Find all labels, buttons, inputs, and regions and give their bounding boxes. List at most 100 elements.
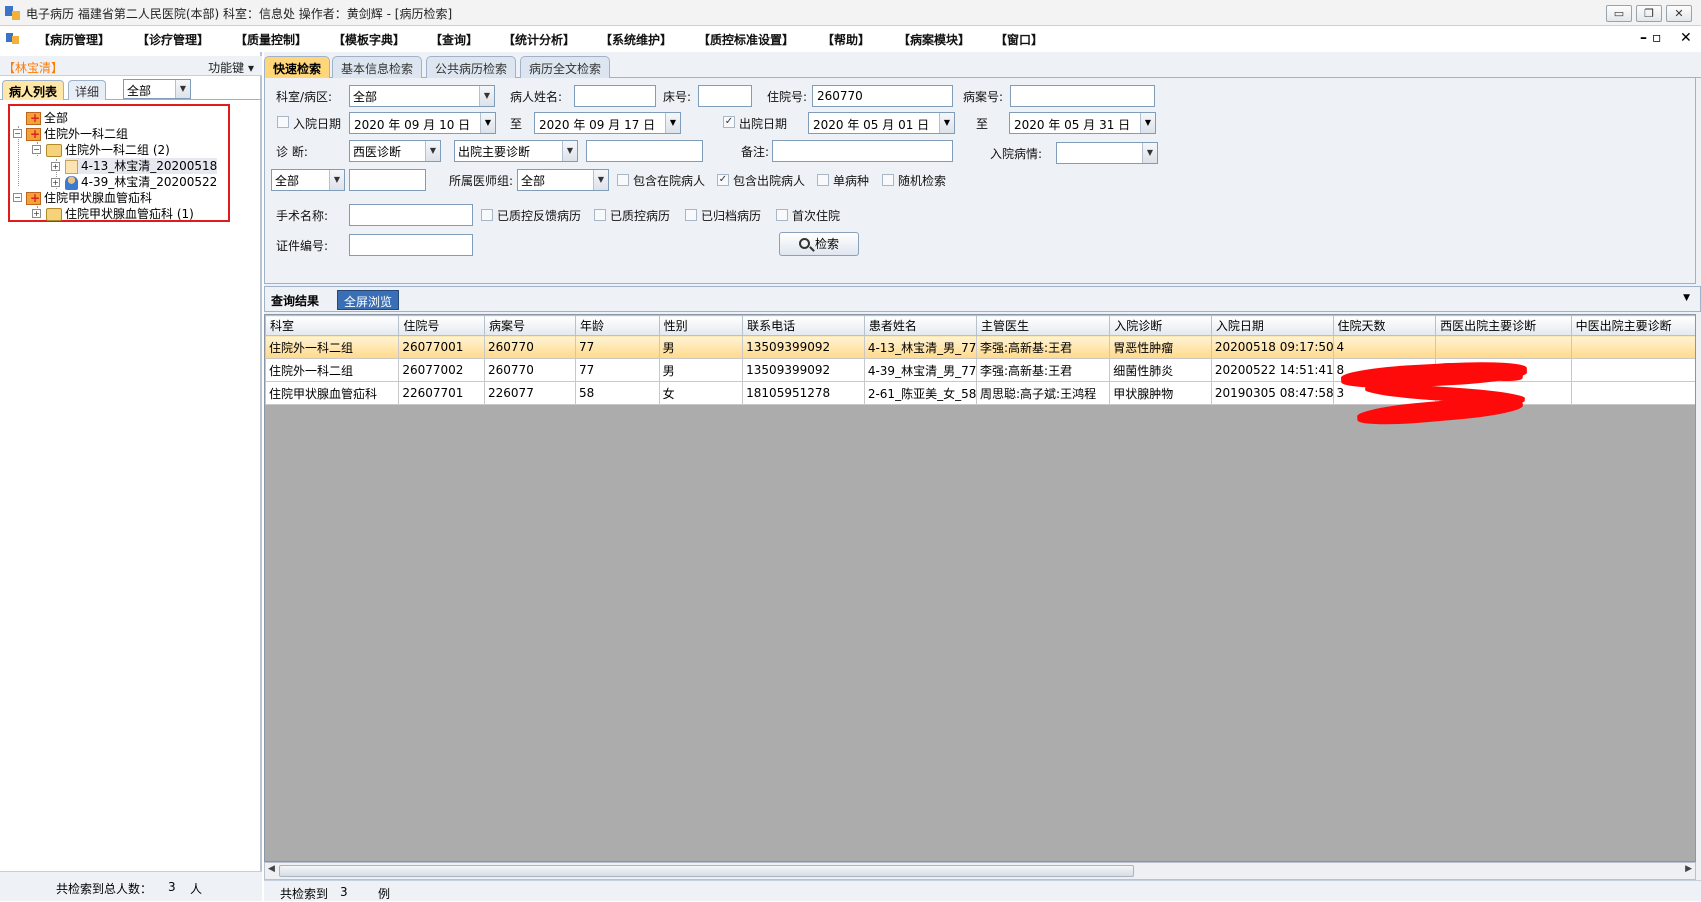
column-header[interactable]: 入院诊断 bbox=[1109, 315, 1212, 336]
menu-window[interactable]: 【窗口】 bbox=[995, 31, 1043, 48]
column-header[interactable]: 科室 bbox=[265, 315, 400, 336]
case-no-input[interactable] bbox=[1010, 85, 1155, 107]
diagnosis-kind-select[interactable]: 出院主要诊断 ▼ bbox=[454, 140, 578, 162]
system-menu-icon[interactable] bbox=[6, 31, 20, 45]
column-header[interactable]: 中医出院主要诊断 bbox=[1570, 315, 1695, 336]
admit-date-to[interactable]: 2020 年 09 月 17 日 ▼ bbox=[534, 112, 681, 134]
scrollbar-thumb[interactable] bbox=[279, 865, 1134, 877]
column-header[interactable]: 联系电话 bbox=[742, 315, 865, 336]
random-search-checkbox[interactable] bbox=[882, 174, 894, 186]
admit-date-checkbox[interactable] bbox=[277, 116, 289, 128]
document-icon bbox=[65, 159, 78, 174]
patient-filter-select[interactable]: 全部 ▼ bbox=[123, 79, 191, 99]
tree-expand-icon[interactable]: + bbox=[51, 162, 60, 171]
remark-input[interactable] bbox=[772, 140, 953, 162]
inpatient-no-input[interactable]: 260770 bbox=[812, 85, 953, 107]
patient-name-input[interactable] bbox=[574, 85, 656, 107]
single-disease-checkbox[interactable] bbox=[817, 174, 829, 186]
chevron-down-icon: ▼ bbox=[480, 113, 495, 133]
table-row[interactable]: 住院外一科二组 26077001 260770 77 男 13509399092 4-13_… bbox=[265, 335, 1695, 359]
function-key-button[interactable]: 功能键 ▾ bbox=[208, 59, 254, 76]
qc-checkbox[interactable] bbox=[594, 209, 606, 221]
scroll-right-icon[interactable]: ▶ bbox=[1685, 864, 1692, 874]
certificate-no-input[interactable] bbox=[349, 234, 473, 256]
column-header[interactable]: 病案号 bbox=[484, 315, 576, 336]
include-inhospital-checkbox[interactable] bbox=[617, 174, 629, 186]
scroll-left-icon[interactable]: ◀ bbox=[268, 864, 275, 874]
menu-treatment-management[interactable]: 【诊疗管理】 bbox=[137, 31, 209, 48]
qc-feedback-checkbox[interactable] bbox=[481, 209, 493, 221]
horizontal-scrollbar[interactable]: ◀ ▶ bbox=[264, 862, 1696, 880]
surgery-name-input[interactable] bbox=[349, 204, 473, 226]
chevron-down-icon[interactable]: ▼ bbox=[1683, 293, 1690, 303]
search-button[interactable]: 检索 bbox=[779, 232, 859, 256]
menu-quality-control[interactable]: 【质量控制】 bbox=[235, 31, 307, 48]
tree-collapse-icon[interactable]: − bbox=[13, 129, 22, 138]
menu-case-module[interactable]: 【病案模块】 bbox=[898, 31, 970, 48]
fullscreen-button[interactable]: 全屏浏览 bbox=[337, 290, 400, 310]
menu-statistics[interactable]: 【统计分析】 bbox=[503, 31, 575, 48]
column-header[interactable]: 主管医生 bbox=[975, 315, 1111, 336]
column-header[interactable]: 性别 bbox=[658, 315, 744, 336]
admit-date-from[interactable]: 2020 年 09 月 10 日 ▼ bbox=[349, 112, 496, 134]
table-cell: 226077 bbox=[484, 381, 576, 405]
menu-template-dictionary[interactable]: 【模板字典】 bbox=[333, 31, 405, 48]
admit-condition-select[interactable]: ▼ bbox=[1056, 142, 1158, 164]
minimize-icon[interactable]: ▭ bbox=[1606, 5, 1632, 22]
tab-patient-list[interactable]: 病人列表 bbox=[2, 80, 65, 100]
tree-node-patient-1[interactable]: 4-13_林宝清_20200518 bbox=[65, 158, 218, 174]
discharge-date-to[interactable]: 2020 年 05 月 31 日 ▼ bbox=[1009, 112, 1156, 134]
tree-collapse-icon[interactable]: − bbox=[13, 193, 22, 202]
dept-select[interactable]: 全部 ▼ bbox=[349, 85, 495, 107]
left-tabs: 病人列表 详细 全部 ▼ bbox=[0, 78, 262, 100]
discharge-date-from[interactable]: 2020 年 05 月 01 日 ▼ bbox=[808, 112, 955, 134]
doctor-group-select[interactable]: 全部 ▼ bbox=[517, 169, 609, 191]
bed-input[interactable] bbox=[698, 85, 752, 107]
archived-checkbox[interactable] bbox=[685, 209, 697, 221]
left-header: 【林宝清】 功能键 ▾ bbox=[0, 56, 262, 76]
tree-node-group-thyroid[interactable]: 住院甲状腺血管疝科 (1) bbox=[46, 206, 194, 222]
tree-collapse-icon[interactable]: − bbox=[32, 145, 41, 154]
discharge-date-checkbox[interactable]: ✓ bbox=[723, 116, 735, 128]
column-header[interactable]: 年龄 bbox=[575, 315, 660, 336]
restore-icon[interactable]: ❐ bbox=[1636, 5, 1662, 22]
window-title: 电子病历 福建省第二人民医院(本部) 科室：信息处 操作者：黄剑辉 - [病历检… bbox=[26, 7, 453, 21]
tab-quick-search[interactable]: 快速检索 bbox=[264, 56, 331, 78]
first-admission-checkbox[interactable] bbox=[776, 209, 788, 221]
chevron-down-icon: ▼ bbox=[562, 141, 577, 161]
tree-node-dept-surgery[interactable]: 住院外一科二组 bbox=[26, 126, 128, 142]
mdi-restore-icon[interactable]: – ▫ bbox=[1640, 30, 1661, 46]
column-header[interactable]: 患者姓名 bbox=[863, 315, 977, 336]
tree-node-group-surgery[interactable]: 住院外一科二组 (2) bbox=[46, 142, 170, 158]
column-header[interactable]: 住院天数 bbox=[1332, 315, 1437, 336]
tab-public-record-search[interactable]: 公共病历检索 bbox=[426, 56, 517, 78]
column-header[interactable]: 住院号 bbox=[398, 315, 486, 336]
tab-fulltext-search[interactable]: 病历全文检索 bbox=[520, 56, 611, 78]
column-header[interactable]: 西医出院主要诊断 bbox=[1435, 315, 1572, 336]
menu-record-management[interactable]: 【病历管理】 bbox=[38, 31, 110, 48]
mdi-close-icon[interactable]: ✕ bbox=[1680, 30, 1692, 46]
menu-help[interactable]: 【帮助】 bbox=[822, 31, 870, 48]
chevron-down-icon: ▼ bbox=[593, 170, 608, 190]
tree-expand-icon[interactable]: + bbox=[32, 209, 41, 218]
tree-node-dept-thyroid[interactable]: 住院甲状腺血管疝科 bbox=[26, 190, 152, 206]
tree-expand-icon[interactable]: + bbox=[51, 178, 60, 187]
menu-query[interactable]: 【查询】 bbox=[430, 31, 478, 48]
include-discharged-checkbox[interactable]: ✓ bbox=[717, 174, 729, 186]
scope-select[interactable]: 全部 ▼ bbox=[271, 169, 345, 191]
diagnosis-type-select[interactable]: 西医诊断 ▼ bbox=[349, 140, 441, 162]
table-cell: 20200522 14:51:41 bbox=[1210, 358, 1334, 382]
diagnosis-input[interactable] bbox=[586, 140, 703, 162]
close-icon[interactable]: ✕ bbox=[1666, 5, 1692, 22]
tree-node-patient-2[interactable]: 4-39_林宝清_20200522 bbox=[65, 174, 217, 190]
tree-node-all[interactable]: 全部 bbox=[26, 110, 68, 126]
chevron-down-icon: ▼ bbox=[665, 113, 680, 133]
column-header[interactable]: 入院日期 bbox=[1210, 315, 1334, 336]
menu-system-maintenance[interactable]: 【系统维护】 bbox=[600, 31, 672, 48]
tab-detail[interactable]: 详细 bbox=[68, 80, 107, 100]
table-cell: 4 bbox=[1332, 335, 1437, 359]
table-cell: 男 bbox=[658, 335, 744, 359]
scope-input[interactable] bbox=[349, 169, 426, 191]
menu-qc-standards[interactable]: 【质控标准设置】 bbox=[698, 31, 794, 48]
tab-basic-info-search[interactable]: 基本信息检索 bbox=[332, 56, 423, 78]
